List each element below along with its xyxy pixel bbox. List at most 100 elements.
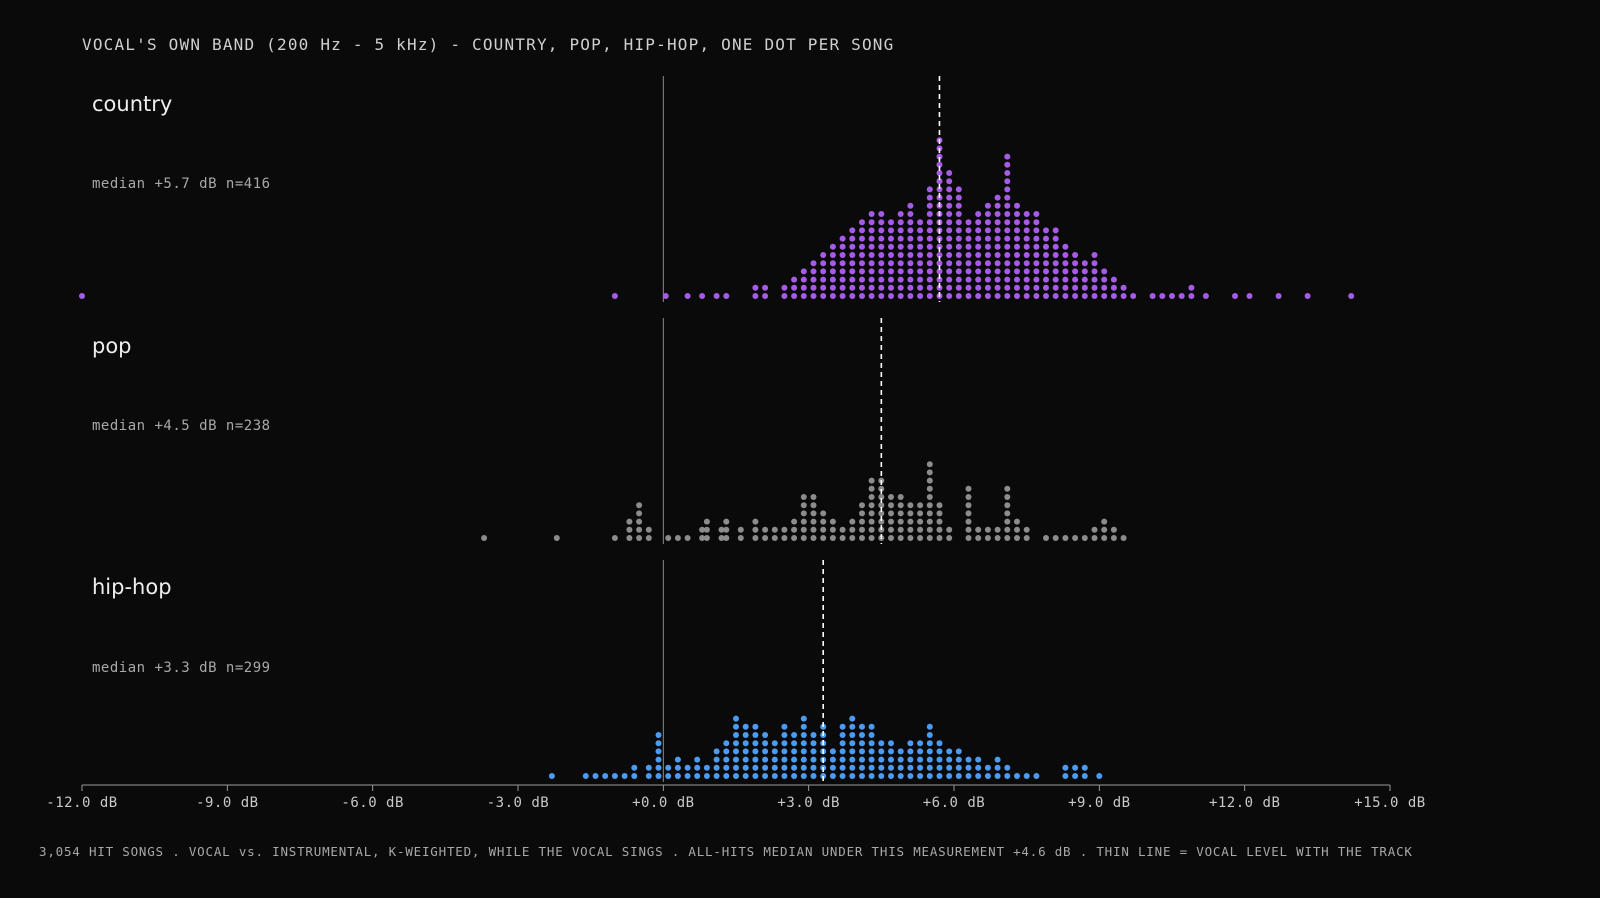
data-point	[936, 748, 943, 755]
data-point	[810, 732, 817, 738]
dots-hip-hop	[548, 715, 1103, 779]
data-point	[1033, 260, 1040, 267]
data-point	[820, 293, 827, 299]
data-point	[791, 276, 798, 283]
data-point	[1232, 293, 1238, 299]
data-point	[810, 773, 817, 779]
data-point	[888, 227, 894, 234]
data-point	[829, 526, 836, 533]
data-point	[1004, 773, 1011, 779]
data-point	[839, 235, 846, 242]
data-point	[1033, 235, 1040, 242]
data-point	[810, 268, 817, 275]
data-point	[1202, 293, 1209, 299]
data-point	[1052, 252, 1059, 258]
data-point	[897, 518, 904, 525]
data-point	[723, 756, 730, 763]
data-point	[1120, 535, 1127, 541]
data-point	[994, 252, 1001, 258]
data-point	[1101, 276, 1108, 283]
data-point	[994, 268, 1001, 275]
data-point	[771, 740, 778, 747]
data-point	[791, 748, 798, 755]
data-point	[839, 773, 846, 779]
data-point	[1110, 535, 1117, 541]
data-point	[926, 526, 933, 533]
data-point	[839, 764, 846, 771]
data-point	[926, 284, 933, 291]
data-point	[762, 773, 769, 779]
data-point	[626, 518, 633, 525]
data-point	[917, 252, 924, 258]
data-point	[1004, 764, 1011, 771]
data-point	[636, 502, 643, 509]
data-point	[849, 252, 856, 258]
data-point	[810, 510, 817, 517]
data-point	[897, 748, 904, 755]
data-point	[868, 293, 875, 299]
data-point	[849, 764, 856, 771]
data-point	[662, 293, 669, 299]
data-point	[829, 764, 836, 771]
dot-histogram-chart: VOCAL'S OWN BAND (200 Hz - 5 kHz) - COUN…	[39, 35, 1425, 859]
data-point	[1081, 773, 1088, 779]
data-point	[781, 526, 788, 533]
data-point	[975, 252, 982, 258]
data-point	[1004, 186, 1011, 193]
panel-hip-hop: hip-hop median +3.3 dB n=299	[92, 560, 1103, 782]
data-point	[946, 252, 953, 258]
dots-pop	[481, 461, 1127, 541]
data-point	[791, 764, 798, 771]
data-point	[926, 186, 933, 193]
data-point	[1033, 211, 1040, 217]
data-point	[820, 284, 827, 291]
data-point	[674, 535, 681, 541]
plot-area: country median +5.7 dB n=416 pop median +4.…	[79, 76, 1355, 782]
data-point	[868, 276, 875, 283]
data-point	[1004, 260, 1011, 267]
data-point	[888, 268, 894, 275]
data-point	[975, 526, 982, 533]
data-point	[926, 485, 933, 492]
series-label-pop: pop	[92, 334, 132, 358]
data-point	[868, 526, 875, 533]
data-point	[1188, 284, 1195, 291]
data-point	[994, 773, 1001, 779]
data-point	[645, 535, 652, 541]
data-point	[810, 494, 817, 500]
data-point	[868, 764, 875, 771]
data-point	[791, 535, 798, 541]
data-point	[1072, 293, 1079, 299]
data-point	[926, 211, 933, 217]
data-point	[965, 535, 972, 541]
data-point	[955, 235, 962, 242]
data-point	[955, 293, 962, 299]
data-point	[1062, 293, 1069, 299]
data-point	[926, 756, 933, 763]
data-point	[791, 518, 798, 525]
data-point	[907, 268, 914, 275]
data-point	[1091, 535, 1098, 541]
data-point	[781, 284, 788, 291]
data-point	[965, 502, 972, 509]
data-point	[592, 773, 599, 779]
data-point	[897, 276, 904, 283]
data-point	[926, 477, 933, 484]
data-point	[771, 526, 778, 533]
data-point	[829, 284, 836, 291]
data-point	[859, 243, 865, 250]
data-point	[984, 260, 991, 267]
data-point	[771, 773, 778, 779]
data-point	[849, 268, 856, 275]
data-point	[984, 219, 991, 226]
data-point	[703, 526, 710, 533]
data-point	[829, 243, 836, 250]
data-point	[1014, 227, 1020, 234]
data-point	[1072, 535, 1079, 541]
data-point	[926, 518, 933, 525]
data-point	[849, 293, 856, 299]
data-point	[936, 756, 943, 763]
data-point	[965, 252, 972, 258]
data-point	[859, 526, 865, 533]
data-point	[1081, 535, 1088, 541]
